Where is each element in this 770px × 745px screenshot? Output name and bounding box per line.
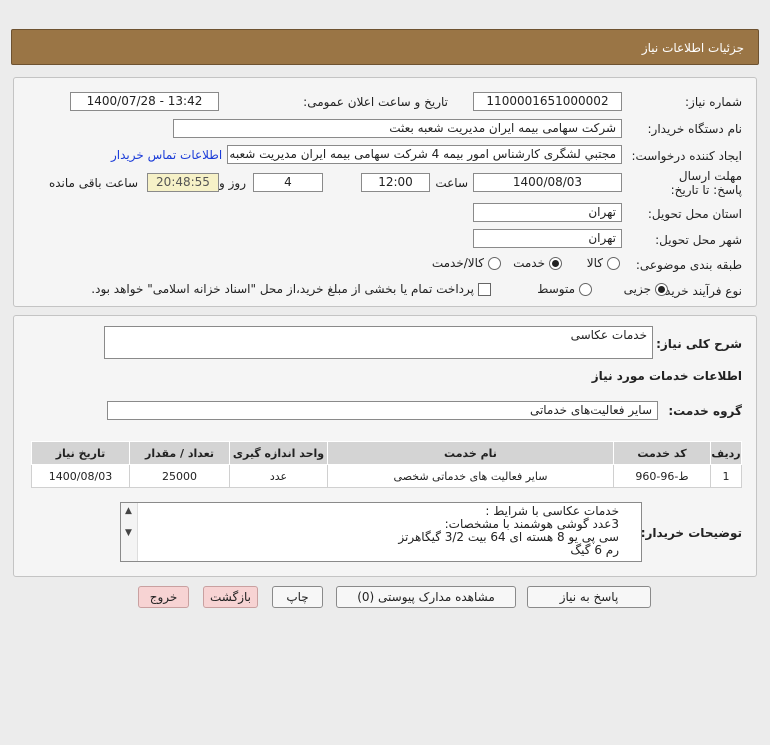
buyer-desc-scrollbar[interactable]: ▲ ▼: [121, 503, 138, 561]
page-title: جزئیات اطلاعات نیاز: [641, 41, 744, 55]
category-service-radio[interactable]: [549, 256, 562, 270]
cell-unit: عدد: [229, 464, 328, 488]
exit-button[interactable]: خروج: [138, 586, 189, 608]
deadline-time-label: ساعت: [435, 176, 468, 190]
need-details-panel: شرح کلی نیاز: خدمات عکاسی اطلاعات خدمات …: [13, 315, 757, 577]
remaining-time-field: 20:48:55: [147, 173, 219, 192]
summary-field: خدمات عکاسی: [104, 326, 653, 359]
requester-label: ایجاد کننده درخواست:: [631, 149, 742, 163]
process-minor-radio[interactable]: [655, 282, 668, 296]
category-option-goods[interactable]: کالا: [587, 256, 620, 270]
service-group-label: گروه خدمت:: [668, 404, 742, 418]
summary-label: شرح کلی نیاز:: [656, 337, 742, 351]
cell-name: سایر فعالیت های خدماتی شخصی: [327, 464, 614, 488]
scroll-up-icon[interactable]: ▲: [125, 505, 132, 518]
attachments-button[interactable]: مشاهده مدارک پیوستی (0): [336, 586, 516, 608]
reply-button[interactable]: پاسخ به نیاز: [527, 586, 651, 608]
cell-row: 1: [710, 464, 742, 488]
requester-field: مجتبي لشگری كارشناس امور بيمه 4 شرکت سها…: [227, 145, 622, 164]
back-button[interactable]: بازگشت: [203, 586, 258, 608]
cell-date: 1400/08/03: [31, 464, 130, 488]
need-number-label: شماره نیاز:: [685, 95, 742, 109]
deadline-label: مهلت ارسال پاسخ: تا تاریخ:: [670, 169, 742, 197]
col-qty: تعداد / مقدار: [129, 441, 230, 465]
days-remaining-field: 4: [253, 173, 323, 192]
need-number-field: 1100001651000002: [473, 92, 622, 111]
process-medium-radio[interactable]: [579, 282, 592, 296]
cell-qty: 25000: [129, 464, 230, 488]
remaining-time-label: ساعت باقی مانده: [48, 176, 138, 190]
col-name: نام خدمت: [327, 441, 614, 465]
province-label: استان محل تحویل:: [647, 207, 742, 221]
col-date: تاریخ نیاز: [31, 441, 130, 465]
treasury-payment-note: پرداخت تمام یا بخشی از مبلغ خرید،از محل …: [91, 282, 474, 296]
deadline-time-field: 12:00: [361, 173, 430, 192]
province-field: تهران: [473, 203, 622, 222]
print-button[interactable]: چاپ: [272, 586, 323, 608]
col-unit: واحد اندازه گیری: [229, 441, 328, 465]
buyer-org-label: نام دستگاه خریدار:: [647, 122, 743, 136]
buyer-org-field: شرکت سهامی بیمه ایران مدیریت شعبه بعثت: [173, 119, 622, 138]
scroll-down-icon[interactable]: ▼: [125, 527, 132, 540]
services-heading: اطلاعات خدمات مورد نیاز: [591, 369, 742, 383]
category-label: طبقه بندی موضوعی:: [635, 258, 742, 272]
category-option-goods-service[interactable]: کالا/خدمت: [432, 256, 501, 270]
table-row: 1 ط-96-960 سایر فعالیت های خدماتی شخصی ع…: [31, 464, 742, 488]
announce-field: 1400/07/28 - 13:42: [70, 92, 219, 111]
need-info-panel: شماره نیاز: 1100001651000002 تاریخ و ساع…: [13, 77, 757, 307]
buyer-desc-label: توضیحات خریدار:: [640, 526, 742, 540]
city-label: شهر محل تحویل:: [655, 233, 742, 247]
treasury-payment-checkbox[interactable]: [478, 282, 491, 296]
process-option-minor[interactable]: جزیی: [624, 282, 668, 296]
buyer-desc-line: سی پی یو 8 هسته ای 64 بیت 3/2 گیگاهرتز: [398, 530, 619, 544]
cell-code: ط-96-960: [613, 464, 711, 488]
process-option-medium[interactable]: متوسط: [537, 282, 592, 296]
table-header-row: ردیف کد خدمت نام خدمت واحد اندازه گیری ت…: [31, 441, 742, 465]
days-label: روز و: [219, 176, 246, 190]
announce-label: تاریخ و ساعت اعلان عمومی:: [303, 95, 448, 109]
services-table: ردیف کد خدمت نام خدمت واحد اندازه گیری ت…: [31, 441, 742, 488]
col-code: کد خدمت: [613, 441, 711, 465]
treasury-payment-option[interactable]: پرداخت تمام یا بخشی از مبلغ خرید،از محل …: [91, 282, 491, 296]
category-goods-radio[interactable]: [607, 256, 620, 270]
category-goods-service-radio[interactable]: [488, 256, 501, 270]
col-row: ردیف: [710, 441, 742, 465]
category-option-service[interactable]: خدمت: [513, 256, 562, 270]
page-header: جزئیات اطلاعات نیاز: [11, 29, 759, 65]
contact-buyer-link[interactable]: اطلاعات تماس خریدار: [111, 148, 222, 162]
city-field: تهران: [473, 229, 622, 248]
buyer-desc-box[interactable]: ▲ ▼ خدمات عکاسی با شرایط : 3عدد گوشی هوش…: [120, 502, 642, 562]
process-label: نوع فرآیند خرید :: [657, 284, 742, 298]
buyer-desc-line: رم 6 گیگ: [570, 543, 619, 557]
service-group-field: سایر فعالیت‌های خدماتی: [107, 401, 658, 420]
deadline-date-field: 1400/08/03: [473, 173, 622, 192]
